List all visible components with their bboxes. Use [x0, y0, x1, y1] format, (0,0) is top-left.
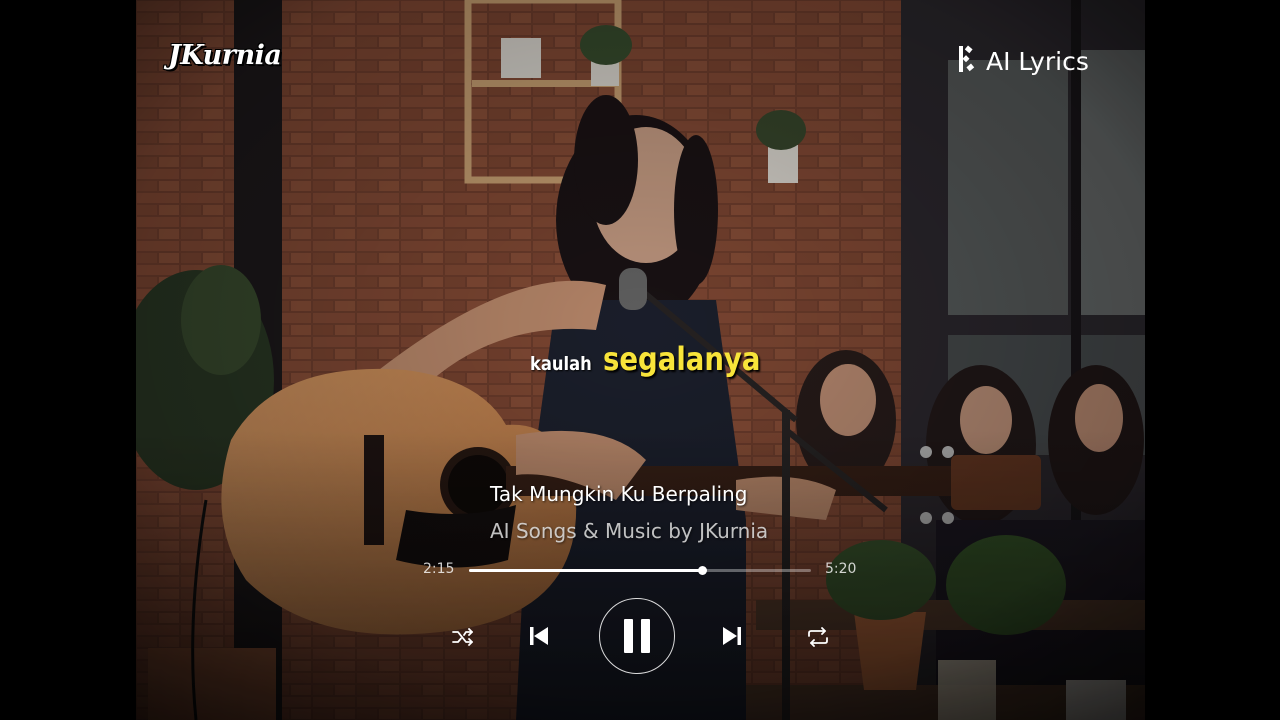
progress-scrubber-handle[interactable]: [697, 566, 707, 575]
repeat-button[interactable]: [804, 623, 832, 651]
lyric-line: kaulah segalanya: [530, 340, 786, 378]
song-artist: AI Songs & Music by JKurnia: [490, 519, 769, 543]
elapsed-time: 2:15: [423, 561, 455, 577]
ai-sparkle-icon: [956, 44, 978, 78]
letterbox-right: [1145, 0, 1280, 720]
previous-track-button[interactable]: [525, 622, 553, 650]
skip-previous-icon: [528, 625, 550, 647]
progress-bar[interactable]: [469, 566, 811, 575]
shuffle-button[interactable]: [449, 623, 477, 651]
skip-next-icon: [721, 625, 743, 647]
song-title: Tak Mungkin Ku Berpaling: [490, 482, 748, 506]
lyric-current-word: segalanya: [602, 340, 761, 378]
next-track-button[interactable]: [718, 622, 746, 650]
lyric-previous-word: kaulah: [530, 353, 592, 375]
play-pause-button[interactable]: [599, 598, 675, 674]
video-frame: JKurnia AI Lyrics kaulah segalanya Tak M…: [136, 0, 1145, 720]
total-time: 5:20: [825, 561, 857, 577]
repeat-icon: [806, 627, 830, 647]
progress-fill: [469, 569, 702, 572]
ai-lyrics-badge: AI Lyrics: [956, 44, 1089, 78]
shuffle-icon: [451, 627, 475, 647]
pause-icon: [620, 617, 654, 655]
letterbox-left: [0, 0, 136, 720]
channel-logo: JKurnia: [168, 40, 282, 71]
ai-lyrics-label: AI Lyrics: [986, 46, 1089, 76]
